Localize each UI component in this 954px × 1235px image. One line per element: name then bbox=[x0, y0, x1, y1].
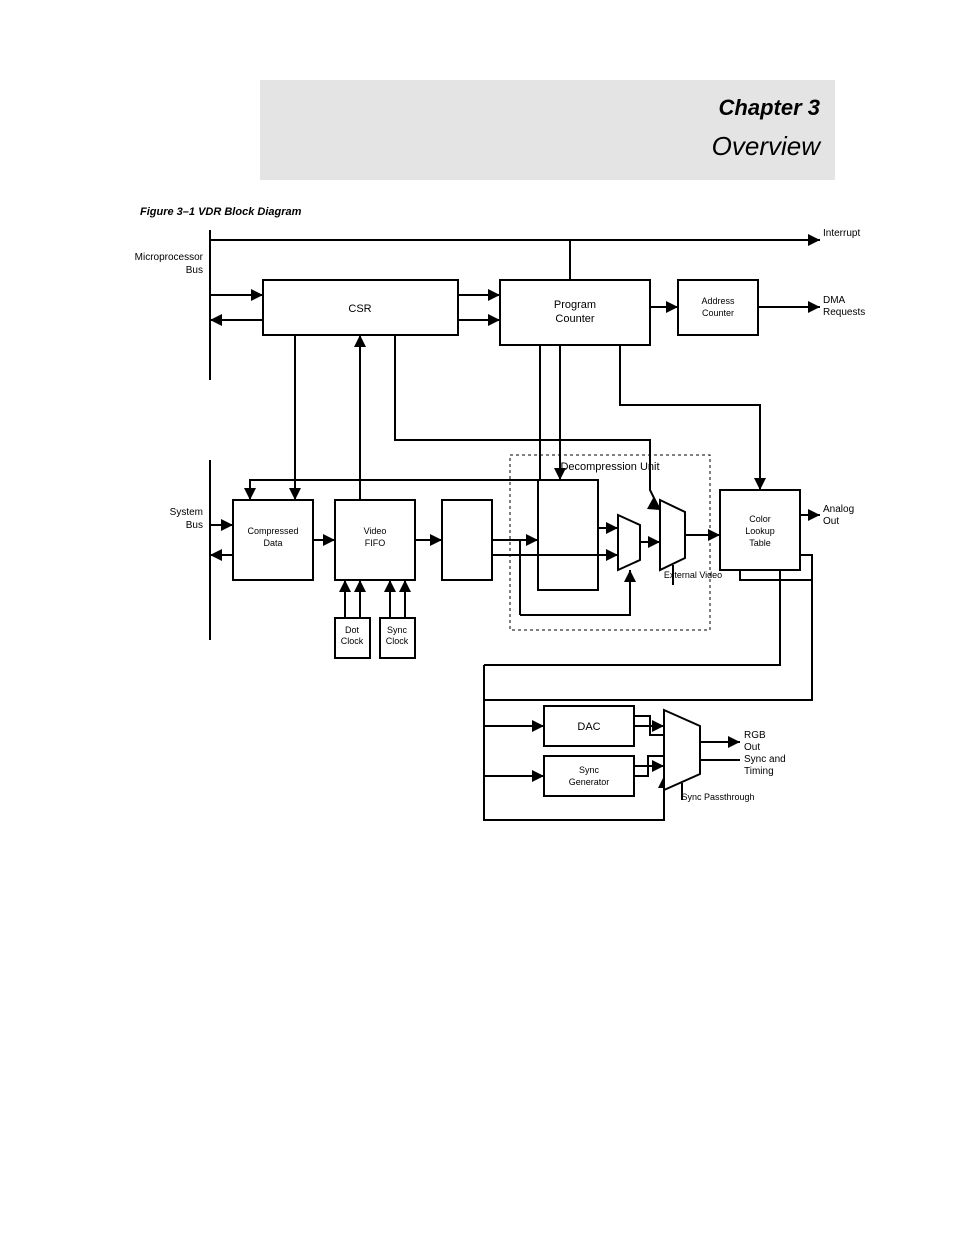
figure-caption: Figure 3–1 VDR Block Diagram bbox=[140, 206, 302, 218]
dclk-label-1: Dot bbox=[345, 625, 360, 635]
outmux-sel-label: Sync Passthrough bbox=[681, 792, 754, 802]
clut-label-1: Color bbox=[749, 514, 771, 524]
micro-bus-label-1: Microprocessor bbox=[135, 252, 204, 263]
interrupt-arrow bbox=[808, 234, 820, 246]
sclk-label-1: Sync bbox=[387, 625, 408, 635]
clut-label-3: Table bbox=[749, 538, 771, 548]
dclk-label-2: Clock bbox=[341, 636, 364, 646]
pixel-block bbox=[442, 500, 492, 580]
cmp-label-2: Data bbox=[263, 538, 282, 548]
analog-out-label-1: Analog bbox=[823, 504, 854, 515]
pc-label-1: Program bbox=[554, 299, 596, 311]
sys-bus-label-1: System bbox=[170, 507, 203, 518]
diagram-canvas: Chapter 3 Overview Figure 3–1 VDR Block … bbox=[0, 0, 954, 1235]
sgen-label-1: Sync bbox=[579, 765, 600, 775]
dcu-label: Decompression Unit bbox=[560, 461, 659, 473]
rgb-out-label-2: Out bbox=[744, 742, 760, 753]
fifo-label-2: FIFO bbox=[365, 538, 386, 548]
sync-out-label-2: Timing bbox=[744, 766, 774, 777]
rgb-out-label-1: RGB bbox=[744, 730, 766, 741]
dma-label-2: Requests bbox=[823, 307, 865, 318]
fifo-label-1: Video bbox=[364, 526, 387, 536]
dma-label-1: DMA bbox=[823, 295, 846, 306]
chapter-number: Chapter 3 bbox=[719, 95, 820, 120]
chapter-title: Overview bbox=[712, 131, 823, 161]
sync-out-label-1: Sync and bbox=[744, 754, 786, 765]
micro-bus-label-2: Bus bbox=[186, 265, 203, 276]
analog-out-label-2: Out bbox=[823, 516, 839, 527]
csr-label: CSR bbox=[348, 303, 371, 315]
interrupt-label: Interrupt bbox=[823, 228, 860, 239]
addr-label-2: Counter bbox=[702, 308, 734, 318]
out-mux bbox=[664, 710, 700, 790]
sgen-block bbox=[544, 756, 634, 796]
cmp-label-1: Compressed bbox=[247, 526, 298, 536]
mux2-sel-label: External Video bbox=[664, 570, 722, 580]
addr-label-1: Address bbox=[701, 296, 735, 306]
dac-label: DAC bbox=[577, 721, 600, 733]
sys-bus-label-2: Bus bbox=[186, 520, 203, 531]
sclk-label-2: Clock bbox=[386, 636, 409, 646]
dcu-inner-block bbox=[538, 480, 598, 590]
dcu-mux1 bbox=[618, 515, 640, 570]
clut-label-2: Lookup bbox=[745, 526, 775, 536]
pc-label-2: Counter bbox=[555, 313, 594, 325]
sgen-label-2: Generator bbox=[569, 777, 610, 787]
dcu-mux2 bbox=[660, 500, 685, 570]
